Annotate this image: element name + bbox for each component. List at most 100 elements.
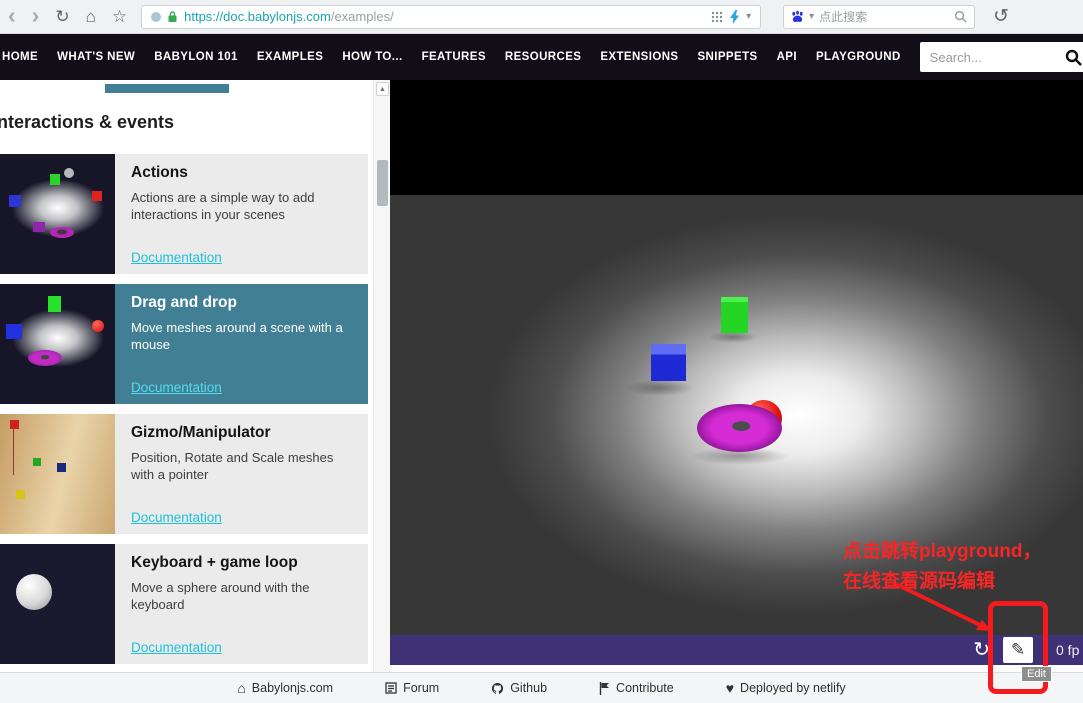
- thumb-purple-torus: [50, 227, 74, 238]
- annotation-text-line1: 点击跳转playground，: [843, 541, 1042, 562]
- nav-item-features[interactable]: FEATURES: [422, 51, 486, 63]
- nav-item-resources[interactable]: RESOURCES: [505, 51, 581, 63]
- footer-label: Forum: [403, 681, 440, 695]
- footer-link-forum[interactable]: Forum: [385, 681, 439, 695]
- example-description: Move meshes around a scene with a mouse: [131, 320, 343, 352]
- history-undo-icon[interactable]: ↺: [993, 7, 1009, 26]
- footer-link-babylonjs[interactable]: ⌂ Babylonjs.com: [237, 681, 333, 695]
- url-host: doc.babylonjs.com: [223, 9, 331, 24]
- footer-label: Babylonjs.com: [251, 681, 334, 695]
- edit-tooltip: Edit: [1021, 666, 1052, 682]
- black-band: [390, 80, 1083, 195]
- browser-search-input[interactable]: [819, 9, 950, 24]
- nav-item-snippets[interactable]: SNIPPETS: [697, 51, 757, 63]
- thumb-purple-torus: [28, 350, 62, 366]
- previous-card-fragment[interactable]: [105, 84, 229, 93]
- browser-chrome: ‹ › ↻ ⌂ ☆ https://doc.babylonjs.com/exam…: [0, 0, 1083, 34]
- scrollbar-thumb[interactable]: [377, 160, 388, 206]
- example-card-keyboard[interactable]: Keyboard + game loop Move a sphere aroun…: [0, 544, 368, 664]
- example-card-actions[interactable]: Actions Actions are a simple way to add …: [0, 154, 368, 274]
- browser-search-box[interactable]: ▾: [783, 4, 976, 29]
- secure-lock-icon: [167, 10, 178, 23]
- annotation-arrow: [895, 582, 992, 631]
- search-icon[interactable]: [954, 10, 967, 23]
- mesh-shadow: [625, 380, 695, 396]
- back-icon[interactable]: ‹: [8, 3, 16, 27]
- chevron-down-icon[interactable]: ▾: [809, 11, 814, 22]
- purple-torus-mesh: [697, 404, 782, 452]
- thumb-blue-box: [6, 324, 22, 339]
- lightning-icon[interactable]: [729, 9, 740, 24]
- nav-item-extensions[interactable]: EXTENSIONS: [600, 51, 678, 63]
- example-card-body: Drag and drop Move meshes around a scene…: [115, 284, 368, 404]
- example-card-body: Gizmo/Manipulator Position, Rotate and S…: [115, 414, 368, 534]
- footer-link-netlify[interactable]: ♥ Deployed by netlify: [726, 681, 846, 695]
- main-nav: HOME WHAT'S NEW BABYLON 101 EXAMPLES HOW…: [0, 34, 1083, 80]
- nav-item-home[interactable]: HOME: [2, 51, 38, 63]
- docs-search-input[interactable]: [929, 49, 1065, 65]
- thumb-yellow-box: [16, 490, 25, 499]
- documentation-link[interactable]: Documentation: [131, 510, 222, 525]
- footer-label: Deployed by netlify: [740, 681, 846, 695]
- example-card-body: Keyboard + game loop Move a sphere aroun…: [115, 544, 368, 664]
- thumb-green-box: [33, 458, 41, 466]
- example-card-drag-and-drop[interactable]: Drag and drop Move meshes around a scene…: [0, 284, 368, 404]
- nav-item-api[interactable]: API: [777, 51, 797, 63]
- green-box-mesh: [721, 297, 748, 333]
- thumb-green-box: [48, 296, 61, 312]
- address-bar[interactable]: https://doc.babylonjs.com/examples/ ▾: [141, 4, 762, 29]
- example-description: Position, Rotate and Scale meshes with a…: [131, 450, 334, 482]
- nav-item-how-to[interactable]: HOW TO...: [342, 51, 402, 63]
- chevron-down-icon[interactable]: ▾: [746, 11, 751, 22]
- bookmark-star-icon[interactable]: ☆: [112, 8, 127, 25]
- nav-item-examples[interactable]: EXAMPLES: [257, 51, 323, 63]
- site-footer: ⌂ Babylonjs.com Forum Github Contribute …: [0, 672, 1083, 703]
- example-description: Move a sphere around with the keyboard: [131, 580, 310, 612]
- browser-window: ‹ › ↻ ⌂ ☆ https://doc.babylonjs.com/exam…: [0, 0, 1083, 703]
- thumb-blue-box: [9, 195, 21, 207]
- forum-icon: [385, 682, 397, 694]
- url-scheme: https://: [184, 9, 224, 24]
- flag-icon: [599, 681, 610, 695]
- github-icon: [491, 682, 504, 695]
- thumb-red-sphere: [92, 320, 104, 332]
- heart-icon: ♥: [725, 680, 735, 696]
- footer-link-github[interactable]: Github: [491, 681, 547, 695]
- footer-label: Github: [510, 681, 548, 695]
- thumb-purple-box: [33, 222, 45, 232]
- refresh-icon[interactable]: ↻: [55, 8, 69, 25]
- search-icon[interactable]: [1065, 49, 1082, 66]
- nav-item-babylon-101[interactable]: BABYLON 101: [154, 51, 238, 63]
- example-thumbnail: [0, 414, 115, 534]
- sidebar-scrollbar[interactable]: ▲: [373, 80, 390, 672]
- nav-item-whats-new[interactable]: WHAT'S NEW: [57, 51, 135, 63]
- forward-icon[interactable]: ›: [32, 3, 40, 27]
- home-icon[interactable]: ⌂: [86, 8, 96, 25]
- browser-nav-icons: ‹ › ↻ ⌂ ☆: [8, 3, 127, 27]
- nav-item-playground[interactable]: PLAYGROUND: [816, 51, 901, 63]
- scrollbar-up-arrow-icon[interactable]: ▲: [376, 82, 389, 96]
- example-description: Actions are a simple way to add interact…: [131, 190, 315, 222]
- house-icon: ⌂: [237, 680, 246, 696]
- example-thumbnail: [0, 284, 115, 404]
- example-title: Keyboard + game loop: [131, 554, 298, 571]
- footer-link-contribute[interactable]: Contribute: [599, 681, 674, 695]
- footer-label: Contribute: [616, 681, 674, 695]
- search-engine-paw-icon[interactable]: [791, 10, 804, 23]
- fps-counter: 0 fp: [1056, 642, 1080, 658]
- example-card-body: Actions Actions are a simple way to add …: [115, 154, 368, 274]
- example-title: Drag and drop: [131, 294, 237, 311]
- blue-box-mesh: [651, 344, 686, 381]
- grid-icon[interactable]: [711, 11, 723, 23]
- site-icon: [151, 11, 162, 22]
- documentation-link[interactable]: Documentation: [131, 250, 222, 265]
- thumb-red-box: [92, 191, 102, 201]
- example-card-gizmo[interactable]: Gizmo/Manipulator Position, Rotate and S…: [0, 414, 368, 534]
- examples-sidebar: Interactions & events Actions Actions ar…: [0, 80, 390, 672]
- docs-search-box[interactable]: [919, 42, 1083, 72]
- thumb-green-box: [50, 174, 60, 185]
- documentation-link[interactable]: Documentation: [131, 380, 222, 395]
- documentation-link[interactable]: Documentation: [131, 640, 222, 655]
- example-thumbnail: [0, 154, 115, 274]
- example-title: Actions: [131, 164, 188, 181]
